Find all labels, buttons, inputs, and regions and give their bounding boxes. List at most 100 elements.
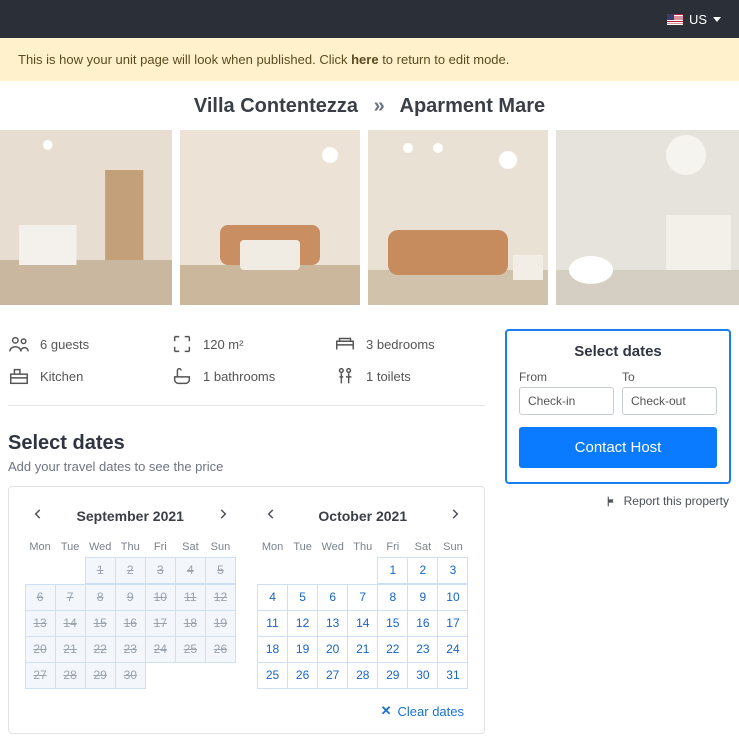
- calendar-day[interactable]: 26: [287, 662, 318, 689]
- next-month-button[interactable]: [210, 505, 236, 526]
- feature-toilets: 1 toilets: [334, 365, 485, 387]
- calendar-day[interactable]: 17: [437, 610, 468, 637]
- toilet-icon: [334, 365, 356, 387]
- clear-dates-link[interactable]: ✕ Clear dates: [381, 703, 464, 719]
- dow-label: Sat: [175, 537, 205, 557]
- calendar-day[interactable]: 15: [377, 610, 408, 637]
- calendar-day[interactable]: 9: [407, 584, 438, 611]
- calendar-day[interactable]: 7: [347, 584, 378, 611]
- dow-label: Sat: [408, 537, 438, 557]
- feature-kitchen: Kitchen: [8, 365, 159, 387]
- calendar-day: 20: [25, 636, 56, 663]
- notice-prefix: This is how your unit page will look whe…: [18, 52, 351, 67]
- calendar-day: 9: [115, 584, 146, 611]
- bed-icon: [334, 333, 356, 355]
- calendar-day: 21: [55, 636, 86, 663]
- calendar-day[interactable]: 12: [287, 610, 318, 637]
- calendar-day[interactable]: 28: [347, 662, 378, 689]
- calendar-day[interactable]: 18: [257, 636, 288, 663]
- property-name[interactable]: Villa Contentezza: [194, 95, 358, 117]
- chevron-down-icon: [713, 17, 721, 22]
- calendar-day[interactable]: 31: [437, 662, 468, 689]
- calendar-day[interactable]: 23: [407, 636, 438, 663]
- report-link[interactable]: Report this property: [605, 494, 729, 508]
- calendar-day[interactable]: 1: [377, 557, 408, 584]
- photo-gallery: [0, 130, 739, 317]
- checkout-input[interactable]: [622, 387, 717, 415]
- calendar-day[interactable]: 30: [407, 662, 438, 689]
- calendar-day[interactable]: 24: [437, 636, 468, 663]
- breadcrumb: Villa Contentezza » Aparment Mare: [0, 81, 739, 130]
- flag-icon: [605, 495, 618, 508]
- calendar-day[interactable]: 5: [287, 584, 318, 611]
- calendar-day: 8: [85, 584, 116, 611]
- dow-label: Fri: [378, 537, 408, 557]
- calendar-day[interactable]: 10: [437, 584, 468, 611]
- calendar-day: 18: [175, 610, 206, 637]
- calendar-day: 24: [145, 636, 176, 663]
- prev-month-button[interactable]: [258, 505, 284, 526]
- calendar-day: 3: [145, 557, 176, 584]
- calendar-day[interactable]: 11: [257, 610, 288, 637]
- calendar-day[interactable]: 4: [257, 584, 288, 611]
- area-icon: [171, 333, 193, 355]
- calendar-day: 22: [85, 636, 116, 663]
- locale-selector[interactable]: US: [667, 12, 721, 27]
- calendar-month: October 2021MonTueWedThuFriSatSun1234567…: [258, 503, 469, 688]
- calendar-day[interactable]: 16: [407, 610, 438, 637]
- calendar: September 2021MonTueWedThuFriSatSun12345…: [8, 486, 485, 734]
- calendar-day[interactable]: 25: [257, 662, 288, 689]
- calendar-day[interactable]: 21: [347, 636, 378, 663]
- gallery-photo[interactable]: [368, 130, 548, 305]
- calendar-day[interactable]: 22: [377, 636, 408, 663]
- feature-bathrooms: 1 bathrooms: [171, 365, 322, 387]
- people-icon: [8, 333, 30, 355]
- prev-month-button[interactable]: [25, 505, 51, 526]
- checkin-input[interactable]: [519, 387, 614, 415]
- calendar-day: 25: [175, 636, 206, 663]
- calendar-day[interactable]: 6: [317, 584, 348, 611]
- feature-bedrooms: 3 bedrooms: [334, 333, 485, 355]
- chevron-right-icon: »: [374, 95, 385, 117]
- calendar-day: 15: [85, 610, 116, 637]
- next-month-button[interactable]: [442, 505, 468, 526]
- calendar-day[interactable]: 29: [377, 662, 408, 689]
- dow-label: Fri: [145, 537, 175, 557]
- notice-suffix: to return to edit mode.: [379, 52, 510, 67]
- calendar-day[interactable]: 14: [347, 610, 378, 637]
- calendar-day[interactable]: 2: [407, 557, 438, 584]
- gallery-photo[interactable]: [0, 130, 172, 305]
- calendar-day: 6: [25, 584, 56, 611]
- calendar-day: 2: [115, 557, 146, 584]
- calendar-day: 28: [55, 662, 86, 689]
- booking-card: Select dates From To Contact Host: [505, 329, 731, 484]
- gallery-photo[interactable]: [556, 130, 739, 305]
- unit-name: Aparment Mare: [400, 95, 546, 117]
- topbar: US: [0, 0, 739, 38]
- calendar-day[interactable]: 27: [317, 662, 348, 689]
- dow-label: Mon: [258, 537, 288, 557]
- calendar-day[interactable]: 20: [317, 636, 348, 663]
- calendar-day: 19: [205, 610, 236, 637]
- contact-host-button[interactable]: Contact Host: [519, 427, 717, 468]
- features-grid: 6 guests 120 m² 3 bedrooms Kitchen 1 bat…: [8, 329, 485, 406]
- calendar-day[interactable]: 19: [287, 636, 318, 663]
- month-label: October 2021: [318, 508, 407, 524]
- notice-link[interactable]: here: [351, 52, 378, 67]
- dow-label: Sun: [205, 537, 235, 557]
- dow-label: Wed: [318, 537, 348, 557]
- gallery-photo[interactable]: [180, 130, 360, 305]
- calendar-day: 1: [85, 557, 116, 584]
- dow-label: Wed: [85, 537, 115, 557]
- calendar-day[interactable]: 3: [437, 557, 468, 584]
- dow-label: Thu: [115, 537, 145, 557]
- calendar-day[interactable]: 8: [377, 584, 408, 611]
- calendar-day[interactable]: 13: [317, 610, 348, 637]
- calendar-day: 13: [25, 610, 56, 637]
- calendar-day: 16: [115, 610, 146, 637]
- dates-subtitle: Add your travel dates to see the price: [8, 459, 485, 474]
- dates-title: Select dates: [8, 432, 485, 455]
- to-label: To: [622, 370, 717, 384]
- calendar-day: 7: [55, 584, 86, 611]
- month-label: September 2021: [77, 508, 184, 524]
